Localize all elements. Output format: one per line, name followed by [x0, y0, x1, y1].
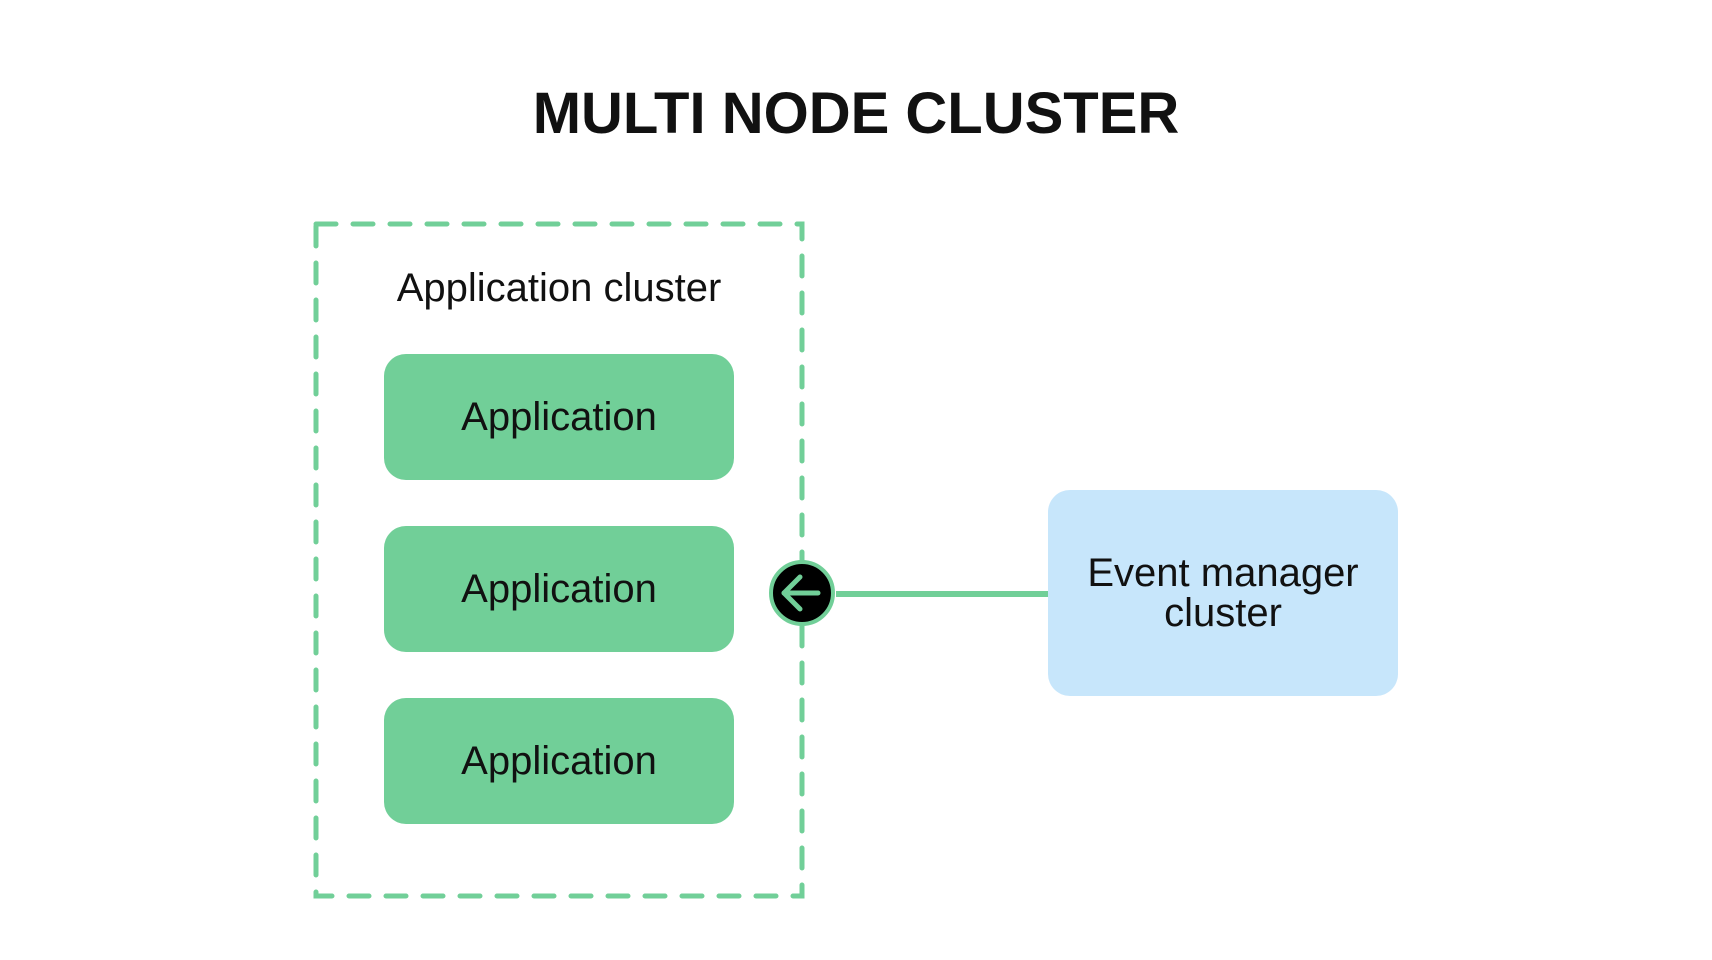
event-manager-label-line2: cluster: [1164, 591, 1282, 635]
application-node-2[interactable]: Application: [384, 526, 734, 652]
event-manager-label-line1: Event manager: [1087, 551, 1359, 595]
application-node-1[interactable]: Application: [384, 354, 734, 480]
event-manager-cluster-node[interactable]: Event manager cluster: [1048, 490, 1398, 696]
connector-lines: [313, 221, 1050, 899]
application-node-3[interactable]: Application: [384, 698, 734, 824]
application-node-label: Application: [461, 566, 657, 611]
application-node-label: Application: [461, 394, 657, 439]
arrow-left-icon: [769, 560, 835, 626]
application-cluster-label: Application cluster: [396, 266, 722, 310]
application-node-label: Application: [461, 738, 657, 783]
